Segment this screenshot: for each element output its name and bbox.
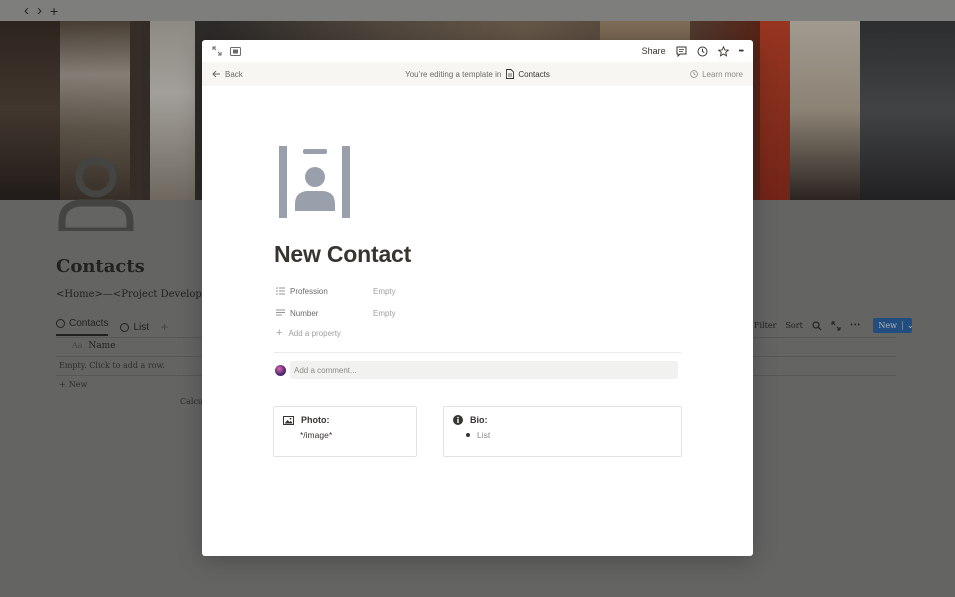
callout-title: Bio: — [470, 415, 488, 425]
contacts-page-link[interactable]: Contacts — [506, 69, 550, 79]
comment-row: Add a comment... — [275, 361, 678, 379]
property-profession[interactable]: Profession Empty — [276, 283, 396, 299]
page-link-label: Contacts — [518, 69, 550, 79]
back-label: Back — [225, 69, 243, 79]
page-doc-icon — [506, 69, 515, 79]
image-icon — [283, 415, 294, 425]
info-icon — [453, 415, 463, 425]
modal-header: Share ••• — [202, 40, 753, 62]
list-item[interactable]: List — [453, 430, 672, 440]
learn-more-label: Learn more — [702, 69, 743, 79]
share-button[interactable]: Share — [642, 46, 666, 56]
page-title[interactable]: New Contact — [274, 241, 411, 268]
template-modal: Share ••• Back You’re editing a template… — [202, 40, 753, 556]
list-item-label: List — [477, 430, 491, 440]
more-options-icon[interactable]: ••• — [739, 48, 744, 55]
history-clock-icon[interactable] — [697, 46, 708, 57]
expand-icon[interactable] — [212, 46, 222, 56]
arrow-left-icon — [212, 70, 220, 78]
callout-body[interactable]: */image* — [283, 430, 407, 440]
add-property-label: Add a property — [288, 328, 341, 338]
template-notice: You’re editing a template in Contacts — [202, 69, 753, 79]
property-value[interactable]: Empty — [373, 309, 396, 318]
photo-callout[interactable]: Photo: */image* — [273, 406, 417, 457]
property-name: Number — [290, 308, 319, 318]
callout-body: List — [453, 430, 672, 440]
bullet-icon — [466, 433, 470, 437]
list-icon — [276, 287, 285, 295]
text-lines-icon — [276, 309, 285, 316]
property-name: Profession — [290, 286, 328, 296]
comment-input[interactable]: Add a comment... — [290, 361, 678, 379]
avatar — [275, 364, 286, 376]
star-favorite-icon[interactable] — [717, 45, 729, 57]
contact-card-icon[interactable] — [279, 146, 351, 218]
property-value[interactable]: Empty — [373, 287, 396, 296]
comment-icon[interactable] — [676, 46, 687, 57]
template-notice-text: You’re editing a template in — [405, 69, 502, 79]
bio-callout[interactable]: Bio: List — [443, 406, 682, 457]
add-property-button[interactable]: + Add a property — [276, 327, 341, 339]
callout-title: Photo: — [301, 415, 330, 425]
divider — [274, 352, 681, 353]
back-button[interactable]: Back — [212, 70, 243, 79]
property-number[interactable]: Number Empty — [276, 305, 396, 321]
learn-more-link[interactable]: Learn more — [690, 70, 743, 79]
template-editing-bar: Back You’re editing a template in Contac… — [202, 62, 753, 86]
side-peek-icon[interactable] — [230, 46, 241, 56]
plus-icon: + — [276, 327, 283, 339]
clock-icon — [690, 70, 698, 78]
